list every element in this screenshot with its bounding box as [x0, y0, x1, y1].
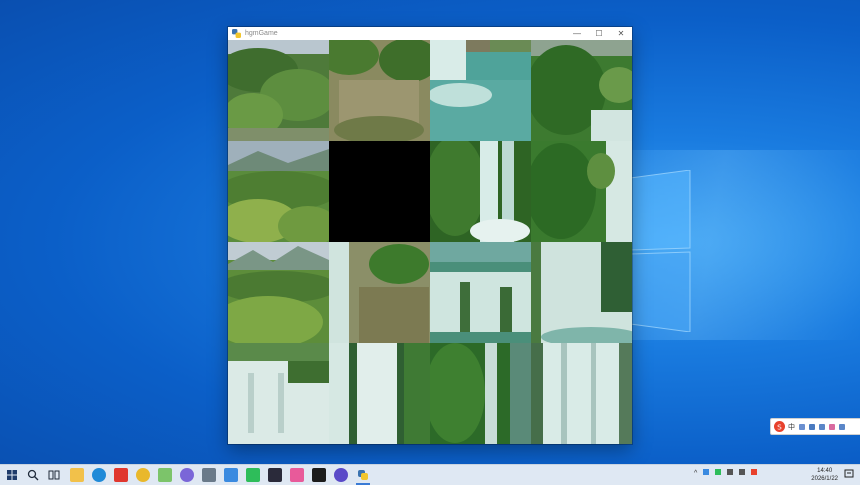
calculator-icon[interactable]	[202, 468, 216, 482]
clock[interactable]: 14:40 2026/1/22	[811, 467, 838, 483]
tile-mountain-valley[interactable]	[228, 242, 329, 343]
network-icon[interactable]	[727, 469, 734, 475]
wps-icon[interactable]	[114, 468, 128, 482]
search-icon[interactable]	[26, 468, 40, 482]
clock-time: 14:40	[817, 468, 833, 474]
ime-mode-label[interactable]: 中	[788, 422, 795, 432]
windows-logo-wallpaper	[630, 170, 691, 332]
ime-toolbar[interactable]: S 中	[770, 418, 860, 435]
browser-icon[interactable]	[180, 468, 194, 482]
tile-forest-hill[interactable]	[228, 40, 329, 141]
qq-icon[interactable]	[334, 468, 348, 482]
tile-wide-falls[interactable]	[531, 242, 632, 343]
wechat-tray-icon[interactable]	[715, 469, 722, 475]
explorer-icon[interactable]	[70, 468, 84, 482]
title-bar[interactable]: hgmGame — ☐ ✕	[228, 27, 632, 40]
tile-waterfall-pool[interactable]	[430, 40, 531, 141]
notification-icon[interactable]	[844, 469, 854, 479]
mic-icon[interactable]	[809, 423, 815, 430]
terminal-icon[interactable]	[312, 468, 326, 482]
tile-cliff-waterfall[interactable]	[531, 141, 632, 242]
store-icon[interactable]	[224, 468, 238, 482]
clock-date: 2026/1/22	[811, 476, 838, 482]
tile-wide-falls-base[interactable]	[228, 343, 329, 444]
python-icon[interactable]	[356, 468, 370, 482]
taskbar: ^ 14:40 2026/1/22	[0, 464, 860, 485]
keyboard-icon[interactable]	[819, 423, 825, 430]
bluetooth-icon[interactable]	[703, 469, 710, 475]
media-icon[interactable]	[268, 468, 282, 482]
tile-cascade-top[interactable]	[430, 242, 531, 343]
start-icon[interactable]	[5, 468, 19, 482]
tray-icons[interactable]: ^	[694, 469, 758, 477]
tile-white-falls[interactable]	[531, 343, 632, 444]
game-icon[interactable]	[290, 468, 304, 482]
tile-green-cliff[interactable]	[531, 40, 632, 141]
ime-tray-icon[interactable]	[751, 469, 758, 475]
maximize-button[interactable]: ☐	[588, 27, 610, 40]
moon-icon[interactable]	[799, 423, 805, 430]
tile-cliff-falls[interactable]	[329, 242, 430, 343]
skin-icon[interactable]	[829, 423, 835, 430]
window-title: hgmGame	[245, 30, 278, 37]
empty-tile[interactable]	[329, 141, 430, 242]
minimize-button[interactable]: —	[566, 27, 588, 40]
sogou-icon: S	[774, 421, 785, 432]
tile-green-waterfall[interactable]	[430, 141, 531, 242]
close-button[interactable]: ✕	[610, 27, 632, 40]
wechat-icon[interactable]	[246, 468, 260, 482]
tile-jungle-falls[interactable]	[430, 343, 531, 444]
chrome-icon[interactable]	[136, 468, 150, 482]
python-icon	[232, 29, 241, 38]
chevron-up-icon[interactable]: ^	[694, 470, 697, 477]
game-window[interactable]: hgmGame — ☐ ✕	[228, 27, 632, 444]
volume-icon[interactable]	[739, 469, 746, 475]
edge-icon[interactable]	[92, 468, 106, 482]
notepad-icon[interactable]	[158, 468, 172, 482]
tile-falls-column[interactable]	[329, 343, 430, 444]
svg-text:S: S	[777, 422, 782, 431]
taskview-icon[interactable]	[47, 468, 61, 482]
tile-forest-rocks[interactable]	[329, 40, 430, 141]
grid-icon[interactable]	[839, 423, 845, 430]
puzzle-board[interactable]	[228, 40, 632, 444]
tile-mountain-trees[interactable]	[228, 141, 329, 242]
